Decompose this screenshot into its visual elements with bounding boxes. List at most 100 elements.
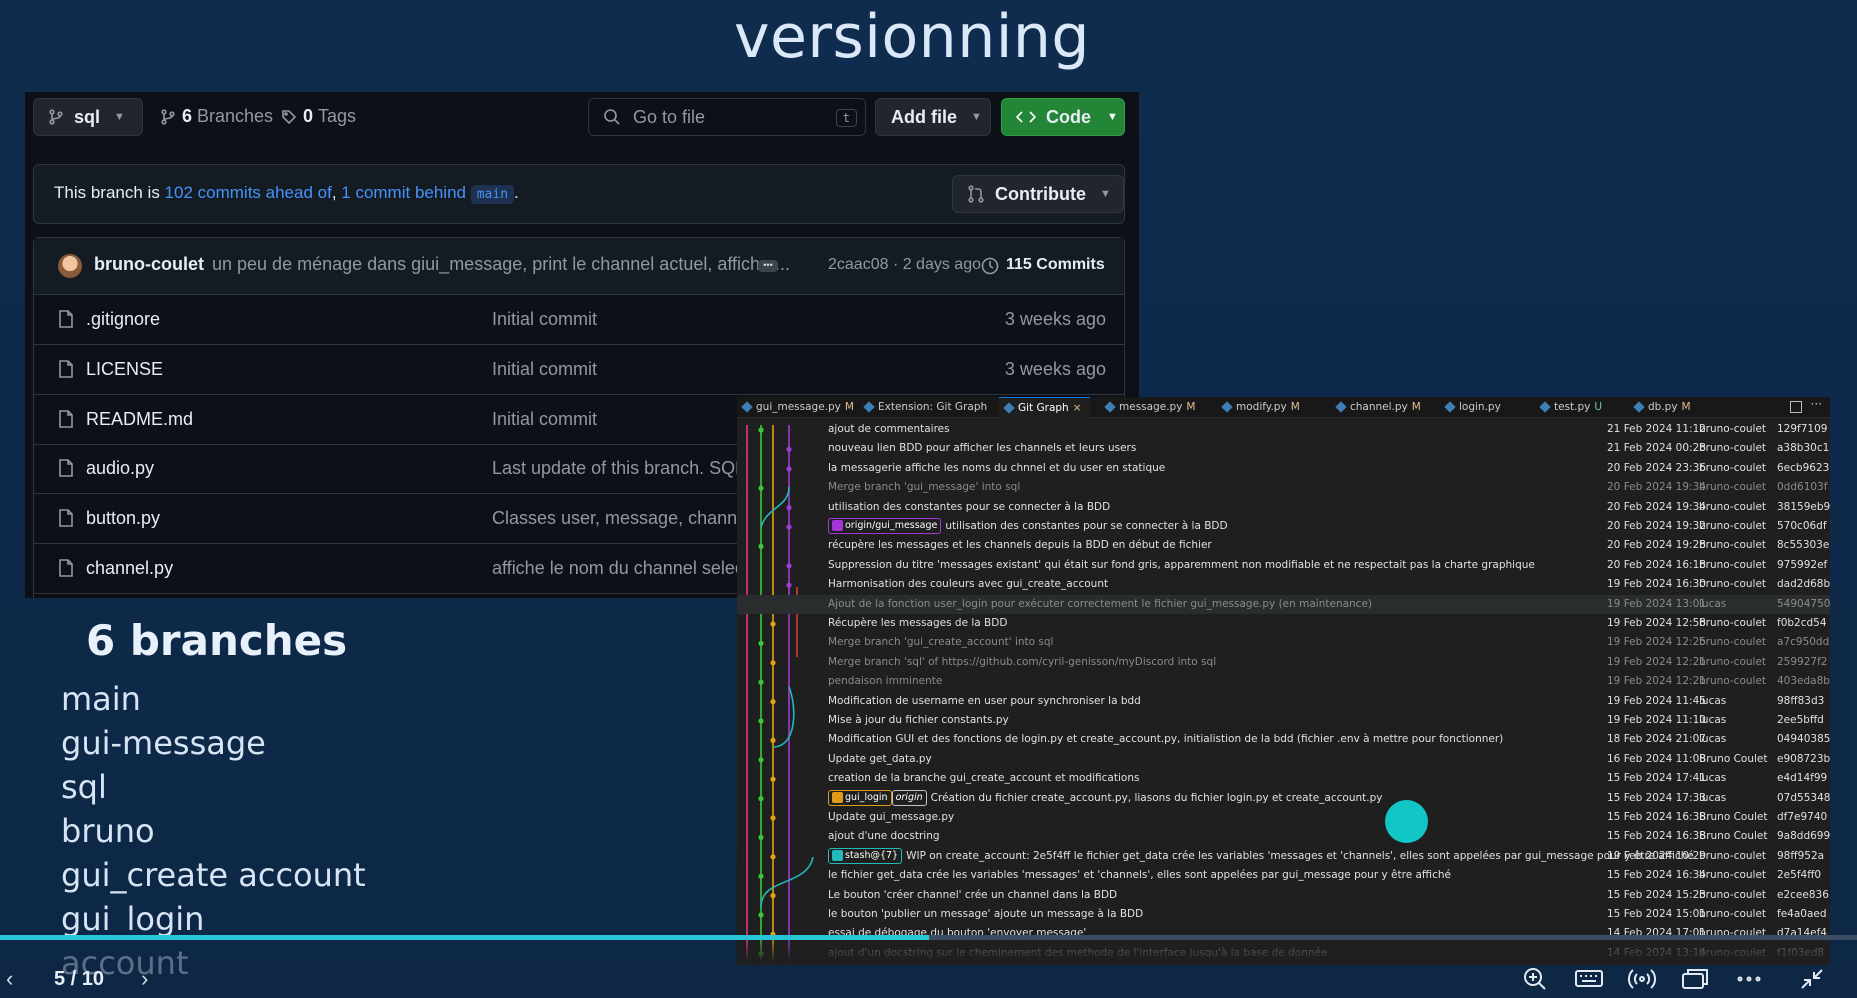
branch-ref-badge[interactable]: stash@{7} [828,847,903,864]
file-name[interactable]: README.md [86,409,193,430]
vscode-git-graph-panel: gui_message.py M Extension: Git Graph Git G… [737,397,1830,965]
commit-row[interactable]: récupère les messages et les channels de… [737,536,1830,555]
commit-row[interactable]: ajout d'une docstring 15 Feb 2024 16:38 Br… [737,827,1830,846]
commit-row[interactable]: Ajout de la fonction user_login pour exé… [737,594,1830,614]
commit-row[interactable]: stash@{7} WIP on create_account: 2e5f4ff … [737,847,1830,866]
file-name[interactable]: button.py [86,508,160,529]
commits-ahead-link[interactable]: 102 commits ahead of [165,183,332,202]
commit-date: 20 Feb 2024 19:28 [1607,539,1706,552]
file-commit-message[interactable]: Initial commit [492,409,597,430]
editor-tab[interactable]: test.py U [1535,397,1610,417]
commit-date: 19 Feb 2024 10:29 [1607,849,1706,862]
progress-fill [0,935,929,940]
keyboard-icon[interactable] [1574,966,1604,992]
tab-label: Git Graph [1018,402,1069,414]
branch-ref-badge[interactable]: gui_login [828,789,892,806]
commit-message-text: creation de la branche gui_create_accoun… [828,772,1140,785]
commit-message: Harmonisation des couleurs avec gui_crea… [828,575,1108,594]
commit-row[interactable]: Suppression du titre 'messages existant'… [737,556,1830,575]
commit-row[interactable]: le bouton 'publier un message' ajoute un… [737,905,1830,924]
code-button[interactable]: Code ▼ [1001,98,1125,136]
commit-row[interactable]: Modification GUI et des fonctions de log… [737,730,1830,749]
next-slide-icon[interactable]: › [141,966,148,992]
branch-icon [161,108,175,125]
commit-row[interactable]: Merge branch 'gui_create_account' into s… [737,633,1830,652]
commit-author: bruno-coulet [1699,442,1767,455]
banner-prefix: This branch is [54,183,165,202]
commit-hash: e4d14f99 [1777,772,1828,785]
window-icon[interactable] [1680,966,1710,992]
file-icon [59,359,73,378]
file-commit-message[interactable]: Initial commit [492,359,597,380]
split-editor-icon[interactable] [1790,401,1802,413]
commit-message-text: Suppression du titre 'messages existant'… [828,558,1535,571]
file-row[interactable]: LICENSE Initial commit 3 weeks ago [34,345,1124,395]
commit-row[interactable]: nouveau lien BDD pour afficher les chann… [737,439,1830,458]
file-name[interactable]: .gitignore [86,309,160,330]
commit-row[interactable]: le fichier get_data crée les variables '… [737,866,1830,885]
commit-row[interactable]: Update get_data.py 16 Feb 2024 11:08 Bruno… [737,750,1830,769]
commit-row[interactable]: Mise à jour du fichier constants.py 19 Fe… [737,711,1830,730]
editor-tab[interactable]: db.py M [1629,397,1699,417]
editor-tab[interactable]: gui_message.py M [737,397,862,417]
exit-fullscreen-icon[interactable] [1798,966,1828,992]
go-to-file-search[interactable]: Go to file t [588,98,866,136]
commit-message[interactable]: un peu de ménage dans giui_message, prin… [212,254,790,275]
commit-row[interactable]: la messagerie affiche les noms du chnnel… [737,459,1830,478]
file-commit-message[interactable]: affiche le nom du channel selecti [492,558,753,579]
file-commit-message[interactable]: Classes user, message, channel, D [492,508,774,529]
commit-row[interactable]: Merge branch 'sql' of https://github.com… [737,653,1830,672]
more-actions-icon[interactable]: ··· [1811,397,1822,411]
add-file-button[interactable]: Add file ▼ [875,98,991,136]
contribute-button[interactable]: Contribute ▼ [952,175,1124,213]
branch-ref-badge[interactable]: origin/gui_message [828,518,942,534]
commit-row[interactable]: Update gui_message.py 15 Feb 2024 16:38 Br… [737,808,1830,827]
commit-row[interactable]: ajout de commentaires 21 Feb 2024 11:12 br… [737,420,1830,439]
commit-row[interactable]: utilisation des constantes pour se conne… [737,498,1830,517]
file-commit-message[interactable]: Last update of this branch. SQL o [492,458,760,479]
commit-row[interactable]: creation de la branche gui_create_accoun… [737,769,1830,788]
branch-list-item: bruno [61,812,155,850]
branch-ref-label: gui_login [845,791,888,803]
commit-row[interactable]: Le bouton 'créer channel' crée un channe… [737,886,1830,905]
tab-status[interactable]: × [1073,402,1082,414]
presentation-progress-bar[interactable] [0,935,1857,940]
remote-ref-badge[interactable]: origin [891,789,927,806]
editor-tab[interactable]: login.py [1440,397,1513,417]
editor-tab[interactable]: Git Graph × [999,397,1090,418]
commits-count[interactable]: 115 Commits [1006,256,1105,274]
file-commit-message[interactable]: Initial commit [492,309,597,330]
more-options-icon[interactable] [1734,966,1764,992]
editor-tab[interactable]: message.py M [1100,397,1203,417]
commit-row[interactable]: Récupère les messages de la BDD 19 Feb 20… [737,614,1830,633]
commit-row[interactable]: Merge branch 'gui_message' into sql 20 Fe… [737,478,1830,497]
expand-message-icon[interactable]: ••• [758,260,778,272]
file-name[interactable]: audio.py [86,458,154,479]
file-row[interactable]: .gitignore Initial commit 3 weeks ago [34,295,1124,345]
editor-tab[interactable]: modify.py M [1217,397,1308,417]
branch-ref-icon [832,520,843,531]
file-icon [59,310,73,328]
previous-slide-icon[interactable]: ‹ [6,966,13,992]
branch-selector[interactable]: sql ▼ [33,98,143,136]
editor-tab[interactable]: Extension: Git Graph [859,397,999,417]
branches-link[interactable]: 6 Branches [160,106,273,127]
commit-author[interactable]: bruno-coulet [94,254,204,275]
commit-row[interactable]: gui_login origin Création du fichier creat… [737,789,1830,808]
commit-row[interactable]: pendaison imminente 19 Feb 2024 12:21 brun… [737,672,1830,691]
file-name[interactable]: LICENSE [86,359,163,380]
file-name[interactable]: channel.py [86,558,173,579]
commit-row[interactable]: origin/gui_message utilisation des consta… [737,517,1830,536]
commits-behind-link[interactable]: 1 commit behind [341,183,466,202]
commit-row[interactable]: Harmonisation des couleurs avec gui_crea… [737,575,1830,594]
commit-row[interactable]: Modification de username en user pour sy… [737,692,1830,711]
tags-count: 0 [303,106,314,126]
commit-hash-time[interactable]: 2caac08 · 2 days ago [828,256,981,274]
editor-tab[interactable]: channel.py M [1331,397,1429,417]
tags-link[interactable]: 0 Tags [281,106,356,127]
commit-message: creation de la branche gui_create_accoun… [828,769,1139,788]
zoom-in-icon[interactable] [1522,966,1552,992]
avatar[interactable] [58,254,82,278]
broadcast-icon[interactable] [1627,966,1657,992]
commit-date: 19 Feb 2024 12:58 [1607,617,1706,629]
